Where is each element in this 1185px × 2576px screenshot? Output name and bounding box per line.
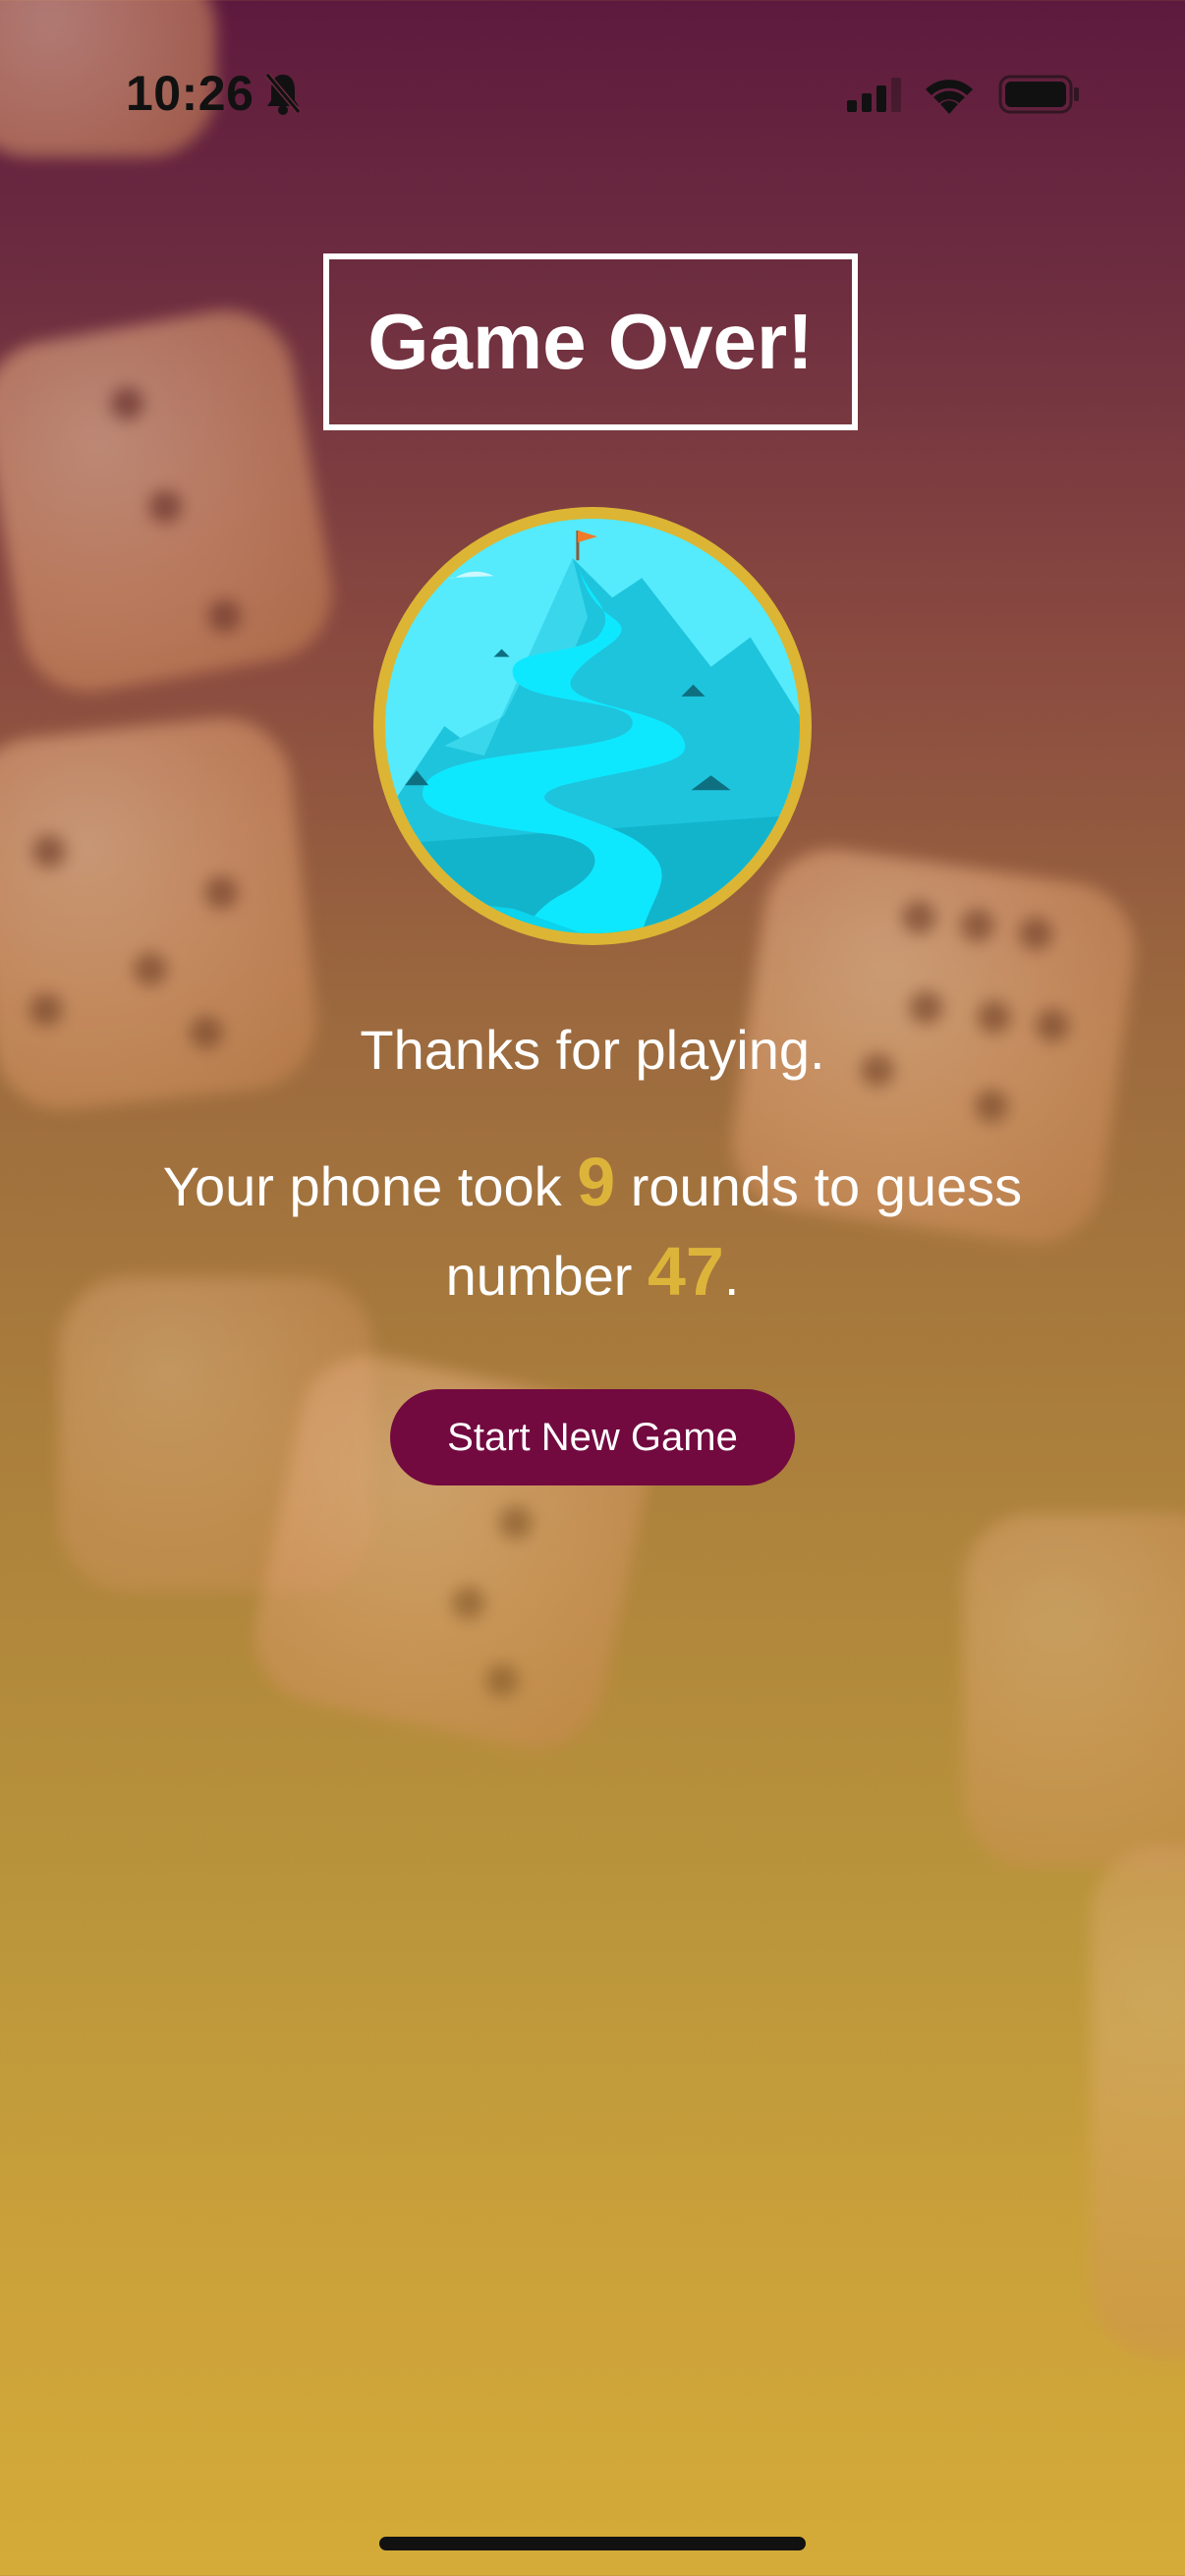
start-new-game-button[interactable]: Start New Game [390,1389,795,1485]
status-bar: 10:26 [0,0,1185,196]
rounds-count: 9 [577,1144,616,1220]
signal-icon [847,77,906,117]
thanks-message: Thanks for playing. [360,1019,825,1081]
game-summary: Your phone took 9 rounds to guess number… [118,1140,1067,1318]
summary-prefix: Your phone took [162,1155,562,1217]
home-indicator[interactable] [379,2537,806,2550]
dice-decoration [0,299,343,703]
status-time: 10:26 [126,66,254,121]
dice-decoration [1091,1847,1185,2358]
summary-suffix: . [723,1245,740,1307]
guessed-number: 47 [648,1233,724,1310]
dice-decoration [963,1513,1185,1867]
bell-slash-icon [263,71,303,121]
battery-icon [998,75,1081,119]
page-title: Game Over! [367,298,814,385]
mountain-summit-illustration [385,519,800,933]
success-badge-image [373,507,812,945]
wifi-icon [922,71,977,119]
title-box: Game Over! [323,253,858,430]
